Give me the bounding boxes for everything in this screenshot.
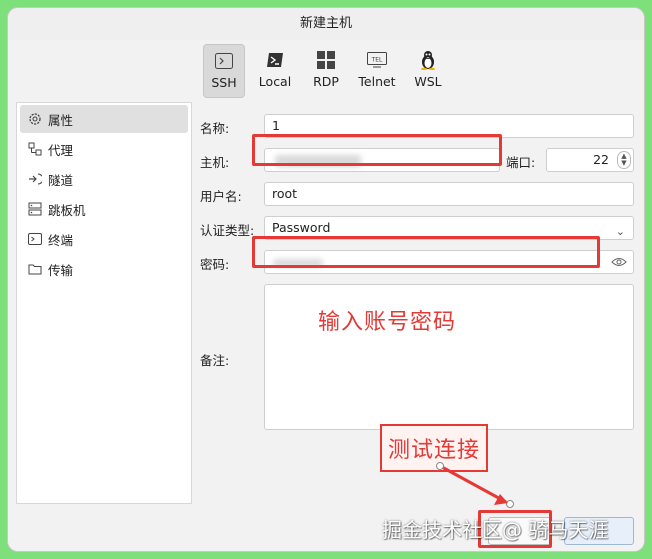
gear-icon [28,112,42,126]
folder-icon [28,262,42,276]
svg-text:TEL: TEL [371,57,383,64]
protocol-wsl-label: WSL [414,74,442,89]
eye-icon[interactable] [611,254,627,268]
powershell-icon [264,50,286,70]
auth-type-label: 认证类型: [200,223,255,238]
sidebar-item-tunnel[interactable]: 隧道 [20,165,188,193]
windows-icon [315,50,337,70]
password-label: 密码: [200,257,230,272]
auth-type-value: Password [272,220,331,235]
watermark-text: 掘金技术社区@ 骑马天涯 [382,518,609,542]
window-title: 新建主机 [8,8,644,40]
protocol-toolbar: SSH Local RDP TEL Telnet WSL [8,40,644,102]
chevron-down-icon: ⌄ [615,225,625,238]
protocol-local-label: Local [258,74,292,89]
jump-server-icon [28,202,42,216]
test-connection-annotation: 测试连接 [380,424,489,472]
sidebar-item-label: 隧道 [48,172,74,188]
terminal-icon [213,51,235,71]
new-host-dialog: 新建主机 SSH Local RDP TEL Telnet WSL 属性 代理 … [8,8,644,551]
tunnel-icon [28,172,42,186]
username-label: 用户名: [200,189,242,204]
settings-sidebar: 属性 代理 隧道 跳板机 终端 传输 [16,102,192,504]
sidebar-item-label: 跳板机 [48,202,86,218]
notes-label: 备注: [200,353,230,368]
protocol-ssh-label: SSH [211,75,237,90]
protocol-telnet-label: Telnet [358,74,396,89]
sidebar-item-terminal[interactable]: 终端 [20,225,188,253]
terminal-icon [28,232,42,246]
port-value: 22 [593,152,609,167]
sidebar-item-proxy[interactable]: 代理 [20,135,188,163]
host-highlight-box [252,134,502,166]
enter-credentials-annotation: 输入账号密码 [318,310,457,335]
sidebar-item-label: 属性 [48,112,74,128]
sidebar-item-label: 终端 [48,232,74,248]
proxy-icon [28,142,42,156]
protocol-wsl[interactable]: WSL [407,44,449,98]
protocol-ssh[interactable]: SSH [203,44,245,98]
linux-penguin-icon [417,50,439,70]
sidebar-item-label: 代理 [48,142,74,158]
sidebar-item-properties[interactable]: 属性 [20,105,188,133]
username-field[interactable]: root [264,182,634,206]
host-label: 主机: [200,155,230,170]
protocol-rdp-label: RDP [313,74,339,89]
protocol-rdp[interactable]: RDP [305,44,347,98]
port-label: 端口: [506,155,536,170]
sidebar-item-label: 传输 [48,262,74,278]
port-spin-buttons[interactable]: ▲ ▼ [617,151,631,169]
port-stepper[interactable]: 22 ▲ ▼ [546,148,634,172]
tel-icon: TEL [366,50,388,70]
protocol-local[interactable]: Local [251,44,299,98]
sidebar-item-jump-server[interactable]: 跳板机 [20,195,188,223]
sidebar-item-transfer[interactable]: 传输 [20,255,188,283]
password-highlight-box [252,236,600,268]
name-label: 名称: [200,121,230,136]
protocol-telnet[interactable]: TEL Telnet [353,44,401,98]
